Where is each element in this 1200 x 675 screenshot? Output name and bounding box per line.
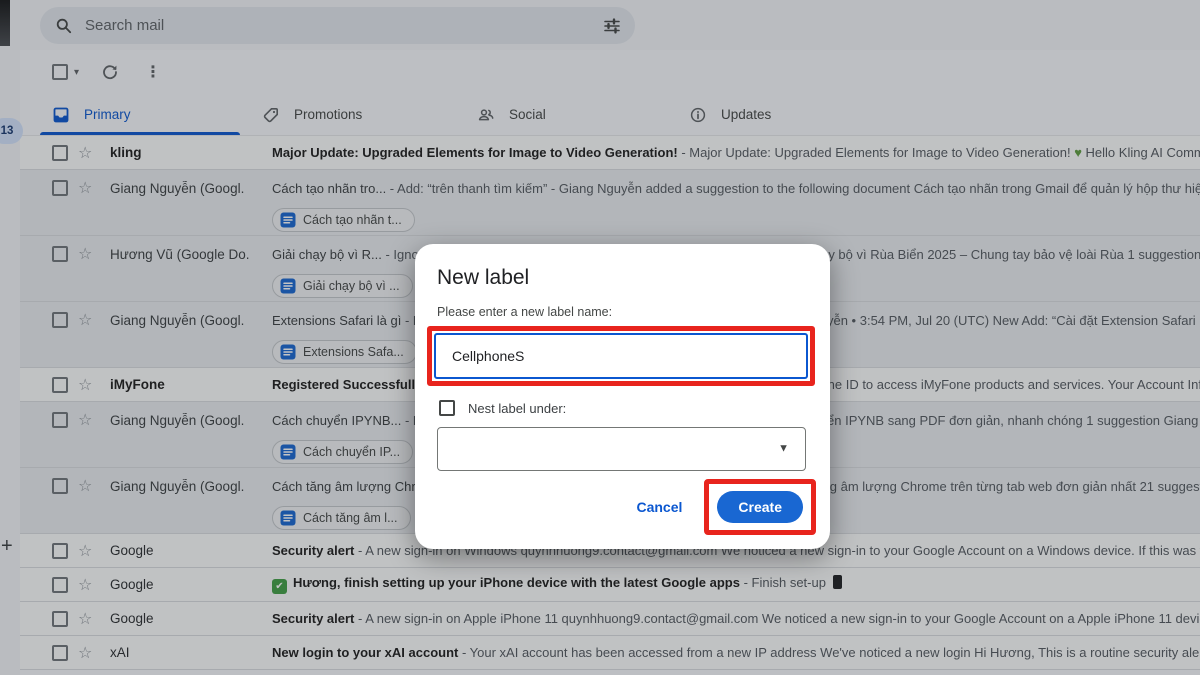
cancel-button[interactable]: Cancel bbox=[624, 491, 694, 523]
create-button[interactable]: Create bbox=[717, 491, 803, 523]
nest-label-checkbox[interactable] bbox=[439, 400, 455, 416]
gmail-app: Search mail ▾ ⋮ Primary Promotions Socia… bbox=[0, 0, 1200, 675]
dialog-title: New label bbox=[437, 266, 806, 290]
label-name-prompt: Please enter a new label name: bbox=[437, 305, 806, 319]
label-name-input[interactable] bbox=[434, 333, 808, 379]
annotation-box-create: Create bbox=[704, 479, 816, 535]
chevron-down-icon: ▼ bbox=[778, 443, 789, 455]
new-label-dialog: New label Please enter a new label name:… bbox=[415, 244, 830, 549]
parent-label-select[interactable]: ▼ bbox=[437, 427, 806, 471]
annotation-box-input bbox=[427, 326, 815, 386]
nest-label-text: Nest label under: bbox=[468, 401, 566, 416]
dialog-actions: Cancel Create bbox=[437, 479, 806, 535]
nest-label-row: Nest label under: bbox=[439, 400, 806, 416]
